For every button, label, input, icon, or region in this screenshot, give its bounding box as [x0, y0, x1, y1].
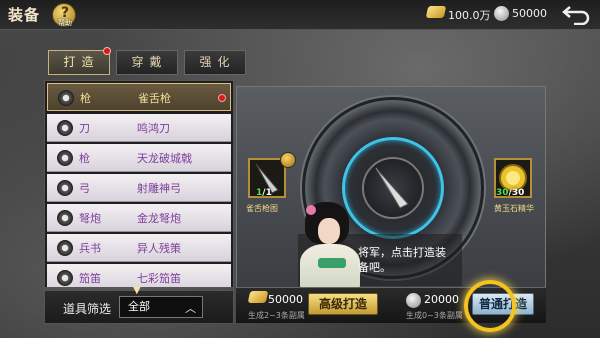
- item-name: 天龙破城戟: [137, 152, 192, 165]
- character-sash: [318, 258, 346, 268]
- hair-flower: [306, 205, 316, 215]
- normal-cost: 20000: [424, 293, 459, 306]
- filter-value: 全部: [128, 300, 150, 313]
- book-icon: [57, 240, 73, 256]
- equipment-list: 枪 雀舌枪 刀 鸣鸿刀 枪 天龙破城戟 弓 射雕神弓 弩炮 金龙弩炮 兵书 异人…: [44, 80, 234, 288]
- help-button[interactable]: ? 帮助: [52, 3, 76, 27]
- dialog-text: 将军，点击打造装备吧。: [358, 246, 446, 274]
- crossbow-icon: [57, 210, 73, 226]
- item-type: 弩炮: [79, 212, 101, 225]
- gold-ingot-icon: [247, 291, 269, 303]
- flute-icon: [57, 270, 73, 286]
- top-bar: 装备 ? 帮助 100.0万 50000: [0, 0, 600, 30]
- silver-amount: 50000: [512, 7, 547, 20]
- list-item[interactable]: 兵书 异人残策: [47, 234, 231, 262]
- item-type: 兵书: [79, 242, 101, 255]
- silver-coin-icon: [406, 293, 421, 308]
- back-arrow-icon[interactable]: [560, 3, 592, 25]
- new-badge: [218, 94, 226, 102]
- filter-label: 道具筛选: [63, 302, 112, 316]
- item-name: 金龙弩炮: [137, 212, 181, 225]
- material-name-left: 雀舌枪图: [246, 204, 278, 213]
- tab-forge-badge: [103, 47, 111, 55]
- material-count-left: 1/1: [256, 188, 272, 198]
- tab-wear[interactable]: 穿戴: [116, 50, 178, 75]
- item-name: 雀舌枪: [138, 92, 171, 105]
- item-name: 异人残策: [137, 242, 181, 255]
- material-name-right: 黄玉石精华: [494, 204, 534, 213]
- spear-icon: [58, 90, 74, 106]
- item-type: 枪: [79, 152, 90, 165]
- list-item[interactable]: 弓 射雕神弓: [47, 174, 231, 202]
- item-type: 笳笛: [79, 272, 101, 285]
- spearhead-icon: [375, 167, 409, 209]
- material-count-right: 30/30: [496, 188, 525, 198]
- medal-icon: [280, 152, 296, 168]
- item-name: 七彩笳笛: [137, 272, 181, 285]
- normal-note: 生成0~3条副属: [406, 311, 463, 320]
- chevron-down-icon[interactable]: ▼: [133, 285, 141, 296]
- tab-forge[interactable]: 打造: [48, 50, 110, 75]
- chevron-up-icon: ︿: [185, 302, 196, 315]
- list-item[interactable]: 枪 天龙破城戟: [47, 144, 231, 172]
- page-title: 装备: [8, 6, 41, 24]
- item-type: 弓: [79, 182, 90, 195]
- bow-icon: [57, 180, 73, 196]
- gold-ingot-icon: [425, 6, 447, 18]
- character-face: [318, 218, 340, 244]
- list-item[interactable]: 刀 鸣鸿刀: [47, 114, 231, 142]
- item-type: 刀: [79, 122, 90, 135]
- halberd-icon: [57, 150, 73, 166]
- item-name: 射雕神弓: [137, 182, 181, 195]
- list-item[interactable]: 弩炮 金龙弩炮: [47, 204, 231, 232]
- item-name: 鸣鸿刀: [137, 122, 170, 135]
- silver-coin-icon: [494, 6, 509, 21]
- advanced-note: 生成2~3条副属: [248, 311, 305, 320]
- tutorial-highlight-ring: [464, 280, 516, 332]
- blade-icon: [57, 120, 73, 136]
- gold-amount: 100.0万: [448, 9, 491, 22]
- filter-dropdown[interactable]: 全部 ︿: [119, 296, 203, 318]
- advanced-forge-button[interactable]: 高级打造: [308, 293, 378, 315]
- help-label: 帮助: [58, 19, 72, 27]
- advanced-cost: 50000: [268, 293, 303, 306]
- list-item[interactable]: 枪 雀舌枪: [47, 83, 231, 111]
- item-type: 枪: [80, 92, 91, 105]
- tab-enhance[interactable]: 强化: [184, 50, 246, 75]
